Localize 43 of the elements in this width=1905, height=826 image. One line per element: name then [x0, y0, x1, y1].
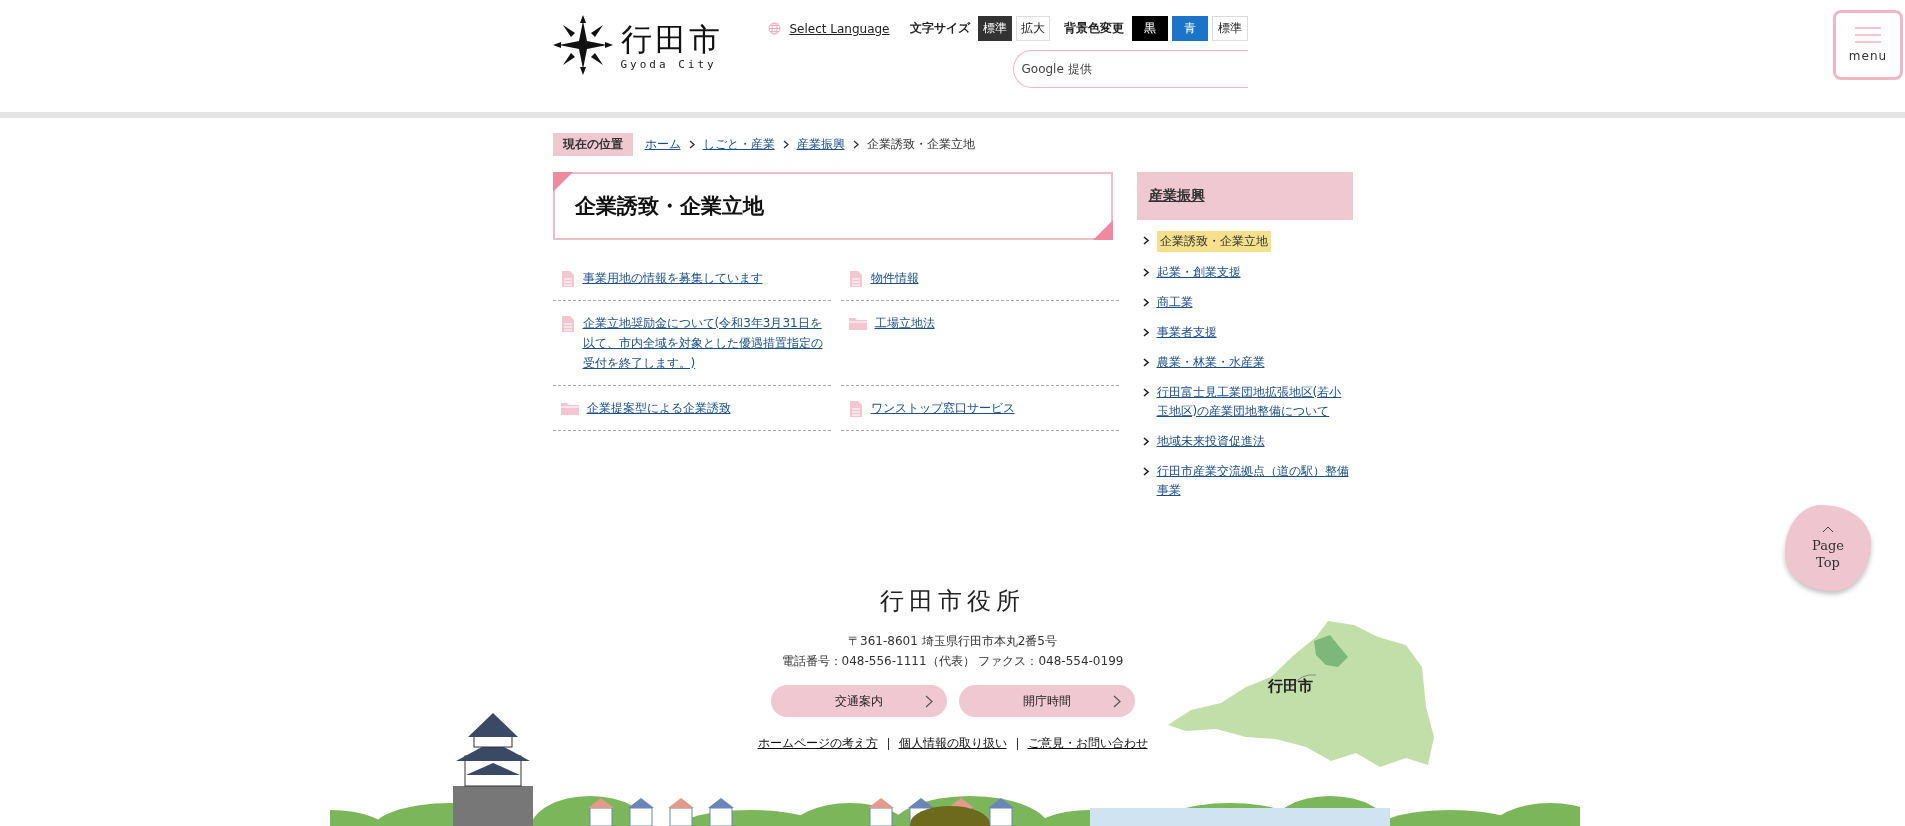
- background-color-button[interactable]: 青: [1171, 16, 1208, 41]
- page-link[interactable]: 工場立地法: [874, 313, 935, 333]
- search-field[interactable]: Google 提供: [1012, 50, 1248, 88]
- footer-link[interactable]: ホームページの考え方: [757, 735, 878, 752]
- logo-name: 行田市: [620, 19, 723, 58]
- breadcrumb-current: 企業誘致・企業立地: [866, 136, 975, 153]
- sidebar-heading[interactable]: 産業振興: [1136, 172, 1353, 220]
- page-link[interactable]: 企業立地奨励金について(令和3年3月31日を以て、市内全域を対象とした優遇措置指定の受付を終了します。): [582, 313, 831, 373]
- menu-button[interactable]: menu: [1833, 10, 1903, 80]
- font-size-button[interactable]: 標準: [977, 16, 1012, 41]
- page-title: 企業誘致・企業立地: [552, 172, 1113, 240]
- current-location-label: 現在の位置: [552, 133, 633, 156]
- sidebar-item[interactable]: 農業・林業・水産業: [1156, 353, 1265, 372]
- font-size-button[interactable]: 拡大: [1015, 16, 1050, 41]
- page-link[interactable]: 物件情報: [870, 268, 919, 288]
- breadcrumb-link[interactable]: 産業振興: [796, 136, 845, 153]
- sidebar-item[interactable]: 事業者支援: [1156, 323, 1217, 342]
- page-link[interactable]: ワンストップ窓口サービス: [870, 398, 1015, 418]
- page-top-button[interactable]: Page Top: [1785, 505, 1871, 591]
- background-color-button[interactable]: 標準: [1211, 16, 1248, 41]
- footer-button[interactable]: 開庁時間: [958, 685, 1135, 717]
- sidebar-item[interactable]: 企業誘致・企業立地: [1156, 231, 1271, 252]
- sidebar-item[interactable]: 起業・創業支援: [1156, 263, 1241, 282]
- page-link[interactable]: 事業用地の情報を募集しています: [582, 268, 763, 288]
- phone-fax-text: 電話番号：048-556-1111（代表） ファクス：048-554-0199: [781, 653, 1124, 670]
- logo-romaji: Gyoda City: [620, 57, 718, 71]
- city-hall-name: 行田市役所: [880, 586, 1025, 617]
- sidebar-item[interactable]: 商工業: [1156, 293, 1193, 312]
- page-link[interactable]: 企業提案型による企業誘致: [586, 398, 731, 418]
- background-color-button[interactable]: 黒: [1131, 16, 1168, 41]
- footer-link[interactable]: ご意見・お問い合わせ: [1027, 735, 1148, 752]
- footer-button[interactable]: 交通案内: [770, 685, 947, 717]
- sidebar-item[interactable]: 地域未来投資促進法: [1156, 432, 1265, 451]
- font-size-label: 文字サイズ: [909, 20, 970, 37]
- breadcrumb-link[interactable]: ホーム: [644, 136, 681, 153]
- address-text: 〒361-8601 埼玉県行田市本丸2番5号: [848, 633, 1057, 650]
- breadcrumb-link[interactable]: しごと・産業: [702, 136, 775, 153]
- sidebar-item[interactable]: 行田富士見工業団地拡張地区(若小玉地区)の産業団地整備について: [1156, 383, 1353, 421]
- select-language-link[interactable]: Select Language: [789, 21, 890, 36]
- map-label: 行田市: [1267, 677, 1313, 696]
- background-color-label: 背景色変更: [1063, 20, 1124, 37]
- sidebar-item[interactable]: 行田市産業交流拠点（道の駅）整備事業: [1156, 462, 1353, 500]
- footer-link[interactable]: 個人情報の取り扱い: [898, 735, 1007, 752]
